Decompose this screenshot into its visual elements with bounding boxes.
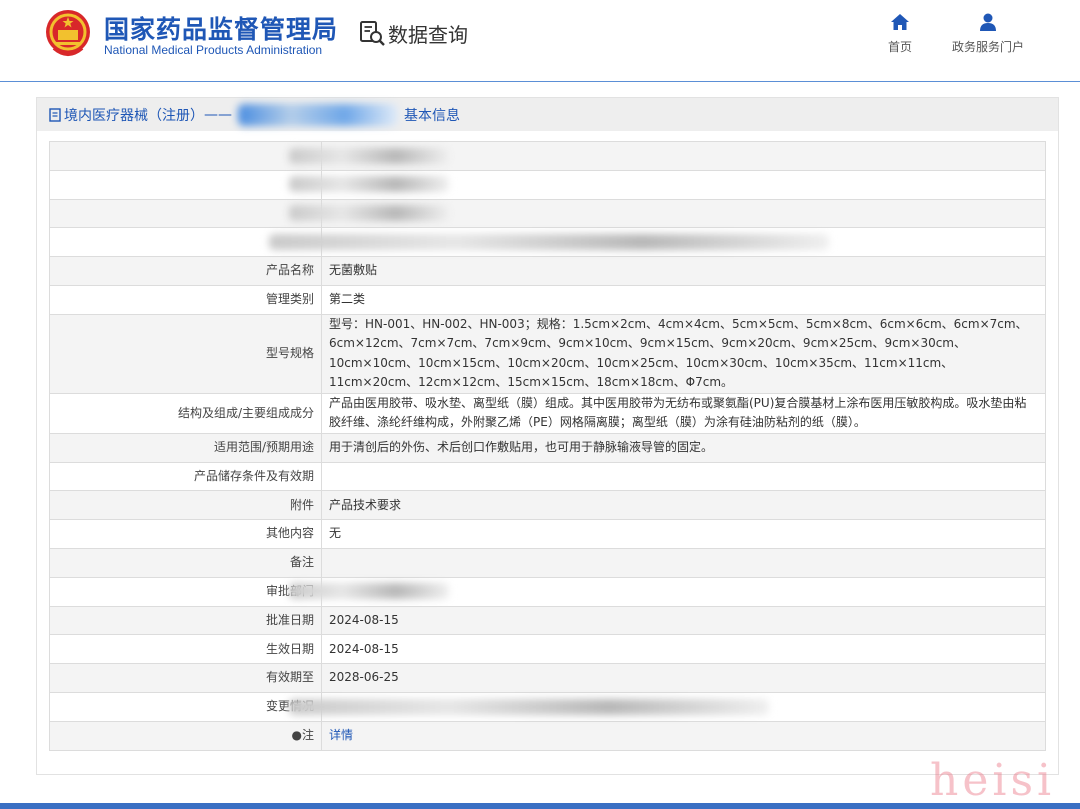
field-label	[49, 198, 322, 229]
nav-portal-label: 政务服务门户	[952, 40, 1025, 54]
redacted-value	[269, 234, 829, 251]
table-row: 审批部门	[49, 576, 1046, 607]
field-value: 第二类	[321, 284, 1046, 315]
field-value	[321, 547, 1046, 578]
device-info-table: 产品名称 无菌敷贴 管理类别 第二类 型号规格 型号：HN-001、HN-002、HN-0…	[49, 141, 1046, 751]
field-label: 备注	[49, 547, 322, 578]
nav-home[interactable]: 首页	[888, 12, 912, 55]
table-row: 管理类别 第二类	[49, 284, 1046, 315]
redacted-value	[289, 147, 449, 164]
footer-divider	[0, 803, 1080, 809]
field-label	[49, 141, 322, 171]
table-row: 生效日期 2024-08-15	[49, 634, 1046, 665]
table-row: ●注 详情	[49, 720, 1046, 751]
field-label: 变更情况	[49, 691, 322, 722]
field-value: 无	[321, 519, 1046, 549]
field-label: ●注	[49, 720, 322, 751]
redacted-registration-number	[238, 103, 398, 126]
table-row: 产品名称 无菌敷贴	[49, 256, 1046, 286]
field-label: 批准日期	[49, 605, 322, 636]
field-value: 2028-06-25	[321, 663, 1046, 693]
redacted-value	[289, 205, 449, 222]
field-value: 型号：HN-001、HN-002、HN-003；规格：1.5cm×2cm、4cm…	[321, 313, 1046, 394]
field-value: 2024-08-15	[321, 605, 1046, 636]
field-label: 型号规格	[49, 313, 322, 394]
table-row: 变更情况	[49, 691, 1046, 722]
watermark: heisi	[930, 755, 1056, 806]
field-label: 附件	[49, 490, 322, 521]
table-row	[49, 141, 1046, 171]
site-header: 国家药品监督管理局 National Medical Products Admi…	[0, 0, 1080, 82]
table-row	[49, 169, 1046, 200]
home-icon	[891, 14, 909, 30]
table-row: 其他内容无	[49, 519, 1046, 549]
redacted-value	[289, 583, 449, 600]
document-icon	[49, 107, 61, 122]
field-label: 产品名称	[49, 256, 322, 286]
national-emblem-icon	[46, 10, 90, 56]
table-row: 型号规格 型号：HN-001、HN-002、HN-003；规格：1.5cm×2cm…	[49, 313, 1046, 394]
field-value: 产品技术要求	[321, 490, 1046, 521]
user-icon	[980, 13, 996, 31]
field-value: 产品由医用胶带、吸水垫、离型纸（膜）组成。其中医用胶带为无纺布或聚氨酯(PU)复…	[321, 392, 1046, 434]
field-label	[49, 169, 322, 200]
field-label: 审批部门	[49, 576, 322, 607]
brand-title-en: National Medical Products Administration	[104, 43, 323, 57]
table-row: 适用范围/预期用途 用于清创后的外伤、术后创口作敷贴用，也可用于静脉输液导管的固定…	[49, 432, 1046, 463]
data-query-label: 数据查询	[388, 22, 468, 47]
field-label: 管理类别	[49, 284, 322, 315]
field-value	[289, 141, 1046, 171]
field-label: 生效日期	[49, 634, 322, 665]
field-value[interactable]: 详情	[321, 720, 1046, 751]
nav-government-service-portal[interactable]: 政务服务门户	[952, 12, 1024, 55]
table-row: 批准日期 2024-08-15	[49, 605, 1046, 636]
field-value	[321, 461, 1046, 492]
field-label: 结构及组成/主要组成成分	[49, 392, 322, 434]
field-value: 2024-08-15	[321, 634, 1046, 665]
field-value: 无菌敷贴	[321, 256, 1046, 286]
panel-title: 境内医疗器械（注册） —— 基本信息	[37, 98, 1058, 131]
table-row: 附件 产品技术要求	[49, 490, 1046, 521]
table-row	[49, 227, 1046, 258]
document-search-icon	[360, 21, 385, 46]
table-row: 有效期至 2028-06-25	[49, 663, 1046, 693]
field-label: 适用范围/预期用途	[49, 432, 322, 463]
field-label: 有效期至	[49, 663, 322, 693]
field-value	[289, 198, 1046, 229]
field-value	[269, 227, 1046, 258]
field-value	[289, 169, 1046, 200]
panel-title-suffix: 基本信息	[404, 107, 460, 124]
table-row: 备注	[49, 547, 1046, 578]
redacted-value	[289, 698, 769, 715]
brand-title-cn: 国家药品监督管理局	[104, 15, 339, 44]
table-row	[49, 198, 1046, 229]
field-value	[289, 691, 1046, 722]
field-value: 用于清创后的外伤、术后创口作敷贴用，也可用于静脉输液导管的固定。	[321, 432, 1046, 463]
field-value	[289, 576, 1046, 607]
title-dash: ——	[204, 106, 232, 123]
nav-home-label: 首页	[888, 40, 913, 54]
device-info-panel: 境内医疗器械（注册） —— 基本信息 产品名称 无菌敷贴 管理类别 第二类 型号规格 型号…	[36, 97, 1059, 775]
data-query-link[interactable]: 数据查询	[358, 18, 468, 48]
table-row: 产品储存条件及有效期	[49, 461, 1046, 492]
field-label: 其他内容	[49, 519, 322, 549]
field-label: 产品储存条件及有效期	[49, 461, 322, 492]
panel-title-prefix: 境内医疗器械（注册）	[64, 107, 204, 124]
redacted-value	[289, 176, 449, 193]
table-row: 结构及组成/主要组成成分 产品由医用胶带、吸水垫、离型纸（膜）组成。其中医用胶带为…	[49, 392, 1046, 434]
details-link[interactable]: 详情	[329, 728, 353, 742]
